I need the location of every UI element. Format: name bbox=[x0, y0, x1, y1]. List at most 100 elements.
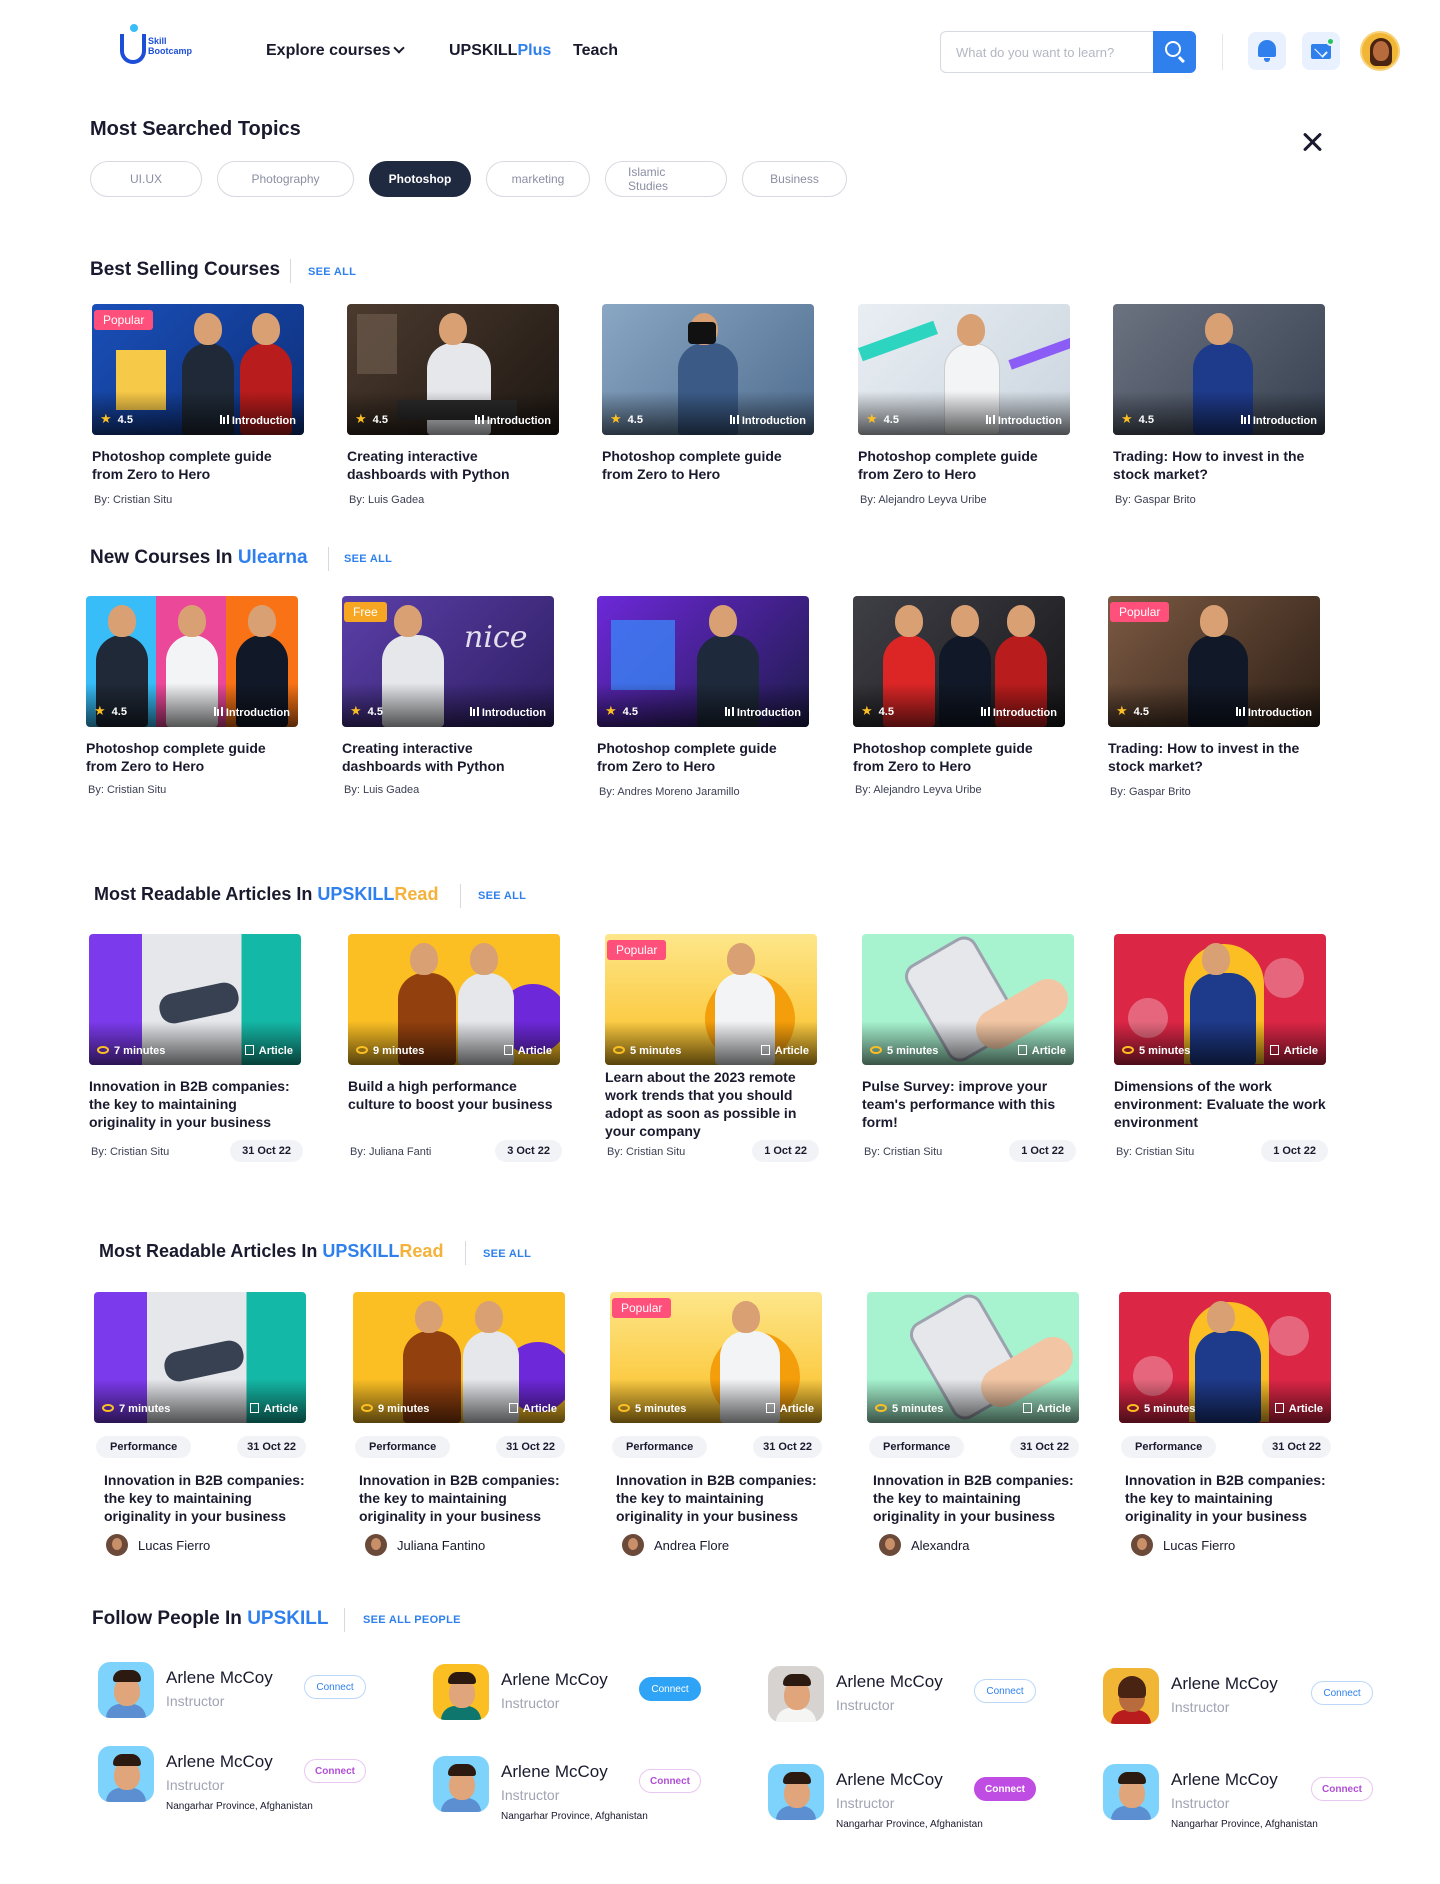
category-chip[interactable]: Performance bbox=[96, 1436, 192, 1458]
mail-icon bbox=[1311, 44, 1331, 59]
article-author: Lucas Fierro bbox=[1131, 1534, 1235, 1556]
person-role: Instructor bbox=[501, 1787, 560, 1803]
article-thumbnail: 5 minutes Article bbox=[862, 934, 1074, 1065]
articles-title: Most Readable Articles In UPSKILLRead bbox=[94, 884, 439, 904]
person-location: Nangarhar Province, Afghanistan bbox=[166, 1801, 313, 1812]
article-tag: Article bbox=[508, 1402, 557, 1415]
article-thumbnail: 7 minutes Article bbox=[94, 1292, 306, 1423]
articles-title: Most Readable Articles In UPSKILLRead bbox=[99, 1241, 444, 1261]
user-avatar[interactable] bbox=[1360, 31, 1400, 71]
article-thumbnail: 7 minutes Article bbox=[89, 934, 301, 1065]
brand-accent: UPSKILL bbox=[247, 1608, 329, 1629]
category-chip[interactable]: Performance bbox=[1121, 1436, 1217, 1458]
rating: ★ 4.5 bbox=[1121, 411, 1154, 426]
nav-explore-courses[interactable]: Explore courses bbox=[266, 42, 405, 60]
document-icon bbox=[249, 1403, 259, 1413]
topic-chip[interactable]: Photography bbox=[217, 161, 354, 197]
topic-chip[interactable]: Islamic Studies bbox=[605, 161, 727, 197]
connect-button[interactable]: Connect bbox=[639, 1769, 701, 1793]
star-icon: ★ bbox=[350, 703, 362, 718]
topic-chip[interactable]: Business bbox=[742, 161, 847, 197]
topic-chip-active[interactable]: Photoshop bbox=[369, 161, 471, 197]
topic-chip[interactable]: marketing bbox=[486, 161, 590, 197]
eye-icon bbox=[361, 1404, 373, 1412]
course-author: By: Cristian Situ bbox=[88, 784, 167, 796]
article-title: Innovation in B2B companies: the key to … bbox=[616, 1472, 817, 1524]
category-chip[interactable]: Performance bbox=[869, 1436, 965, 1458]
person-name: Arlene McCoy bbox=[501, 1762, 608, 1781]
connect-button[interactable]: Connect bbox=[974, 1679, 1036, 1703]
article-title: Dimensions of the work environment: Eval… bbox=[1114, 1078, 1326, 1130]
level-tag: Introduction bbox=[213, 707, 290, 719]
connect-button[interactable]: Connect bbox=[304, 1675, 366, 1699]
avatar bbox=[365, 1534, 387, 1556]
eye-icon bbox=[102, 1404, 114, 1412]
see-all-link[interactable]: SEE ALL bbox=[478, 890, 526, 902]
read-time: 5 minutes bbox=[1127, 1403, 1195, 1415]
article-thumbnail: 9 minutes Article bbox=[348, 934, 560, 1065]
article-date: 31 Oct 22 bbox=[237, 1436, 306, 1458]
level-tag: Introduction bbox=[980, 707, 1057, 719]
connect-button[interactable]: Connect bbox=[639, 1677, 701, 1701]
avatar bbox=[98, 1746, 154, 1802]
course-author: By: Luis Gadea bbox=[344, 784, 420, 796]
nav-teach[interactable]: Teach bbox=[573, 42, 618, 60]
eye-icon bbox=[870, 1046, 882, 1054]
course-title: Creating interactive dashboards with Pyt… bbox=[347, 448, 510, 482]
connect-button[interactable]: Connect bbox=[1311, 1777, 1373, 1801]
see-all-link[interactable]: SEE ALL bbox=[308, 266, 356, 278]
person-location: Nangarhar Province, Afghanistan bbox=[1171, 1819, 1318, 1830]
close-icon[interactable] bbox=[1300, 130, 1324, 154]
level-bars-icon bbox=[724, 707, 734, 716]
search-input[interactable] bbox=[942, 33, 1150, 71]
article-author: Juliana Fantino bbox=[365, 1534, 485, 1556]
search-button[interactable] bbox=[1153, 31, 1196, 73]
connect-button[interactable]: Connect bbox=[974, 1777, 1036, 1801]
popular-badge: Popular bbox=[607, 940, 667, 960]
see-all-link[interactable]: SEE ALL bbox=[344, 553, 392, 565]
document-icon bbox=[508, 1403, 518, 1413]
article-title: Pulse Survey: improve your team's perfor… bbox=[862, 1078, 1056, 1130]
avatar bbox=[433, 1756, 489, 1812]
avatar bbox=[1131, 1534, 1153, 1556]
topic-chip[interactable]: UI.UX bbox=[90, 161, 202, 197]
course-title: Photoshop complete guide from Zero to He… bbox=[597, 740, 777, 774]
notifications-button[interactable] bbox=[1248, 32, 1286, 70]
connect-button[interactable]: Connect bbox=[304, 1759, 366, 1783]
article-author: Lucas Fierro bbox=[106, 1534, 210, 1556]
rating: ★ 4.5 bbox=[100, 411, 133, 426]
course-title: Photoshop complete guide from Zero to He… bbox=[602, 448, 782, 482]
topic-chips: UI.UX Photography Photoshop marketing Is… bbox=[90, 161, 847, 197]
course-title: Trading: How to invest in the stock mark… bbox=[1113, 448, 1305, 482]
course-thumbnail: Popular ★ 4.5 Introduction bbox=[92, 304, 304, 435]
level-bars-icon bbox=[474, 415, 484, 424]
person-name: Arlene McCoy bbox=[166, 1752, 273, 1771]
level-bars-icon bbox=[219, 415, 229, 424]
article-author: By: Cristian Situ bbox=[91, 1146, 170, 1158]
avatar bbox=[98, 1662, 154, 1718]
course-title: Photoshop complete guide from Zero to He… bbox=[86, 740, 266, 774]
section-separator bbox=[328, 547, 329, 571]
person-card: Arlene McCoy Instructor Connect bbox=[768, 1666, 1048, 1736]
course-thumbnail: ★ 4.5 Introduction bbox=[347, 304, 559, 435]
category-chip[interactable]: Performance bbox=[355, 1436, 451, 1458]
messages-button[interactable] bbox=[1302, 32, 1340, 70]
course-thumbnail: ★ 4.5 Introduction bbox=[602, 304, 814, 435]
article-date: 31 Oct 22 bbox=[1010, 1436, 1079, 1458]
nav-explore-label: Explore courses bbox=[266, 42, 391, 59]
see-all-link[interactable]: SEE ALL bbox=[483, 1248, 531, 1260]
best-selling-title: Best Selling Courses bbox=[90, 259, 281, 280]
see-all-people-link[interactable]: SEE ALL PEOPLE bbox=[363, 1614, 461, 1626]
nav-upskill-plus[interactable]: UPSKILLPlus bbox=[449, 42, 551, 60]
rating: ★ 4.5 bbox=[94, 703, 127, 718]
article-date: 1 Oct 22 bbox=[752, 1140, 819, 1162]
level-tag: Introduction bbox=[469, 707, 546, 719]
article-date: 1 Oct 22 bbox=[1009, 1140, 1076, 1162]
article-author: By: Cristian Situ bbox=[607, 1146, 686, 1158]
article-thumbnail: Popular 5 minutes Article bbox=[605, 934, 817, 1065]
connect-button[interactable]: Connect bbox=[1311, 1681, 1373, 1705]
person-card: Arlene McCoy Instructor Nangarhar Provin… bbox=[1103, 1764, 1383, 1834]
site-logo[interactable]: Skill Bootcamp bbox=[120, 24, 192, 72]
category-chip[interactable]: Performance bbox=[612, 1436, 708, 1458]
top-header: Skill Bootcamp Explore courses UPSKILLPlu… bbox=[0, 0, 1440, 104]
